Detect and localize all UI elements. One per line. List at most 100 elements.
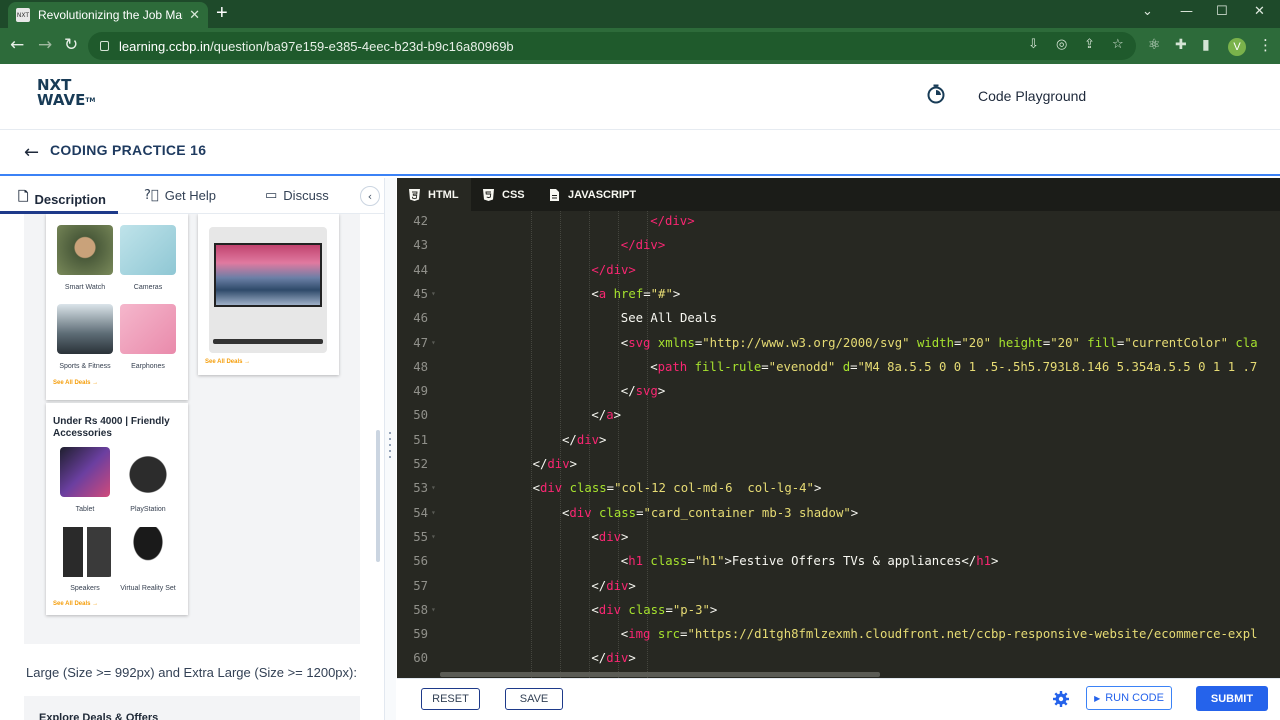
page-title: CODING PRACTICE 16 <box>50 142 207 158</box>
fold-arrow-icon[interactable]: ▾ <box>431 286 436 302</box>
tab-get-help[interactable]: ?⃝ Get Help <box>144 188 216 203</box>
tab-discuss[interactable]: ▭ Discuss <box>265 188 329 203</box>
code-line[interactable]: 53 ▾ <div class="col-12 col-md-6 col-lg-4"… <box>397 480 1280 504</box>
tab-css[interactable]: CSS <box>471 178 537 211</box>
sports-fitness-image <box>57 304 113 354</box>
share-icon[interactable]: ⇪ <box>1084 38 1098 52</box>
fold-arrow-icon[interactable]: ▾ <box>431 335 436 351</box>
fold-arrow-icon[interactable]: ▾ <box>431 480 436 496</box>
card-title: Under Rs 4000 | Friendly Accessories <box>53 416 170 439</box>
tv-screen <box>214 243 322 307</box>
code-line[interactable]: 52 </div> <box>397 456 1280 480</box>
tab-html[interactable]: HTML <box>397 178 471 211</box>
see-all-deals-link[interactable]: See All Deals → <box>205 359 250 365</box>
fold-arrow-icon[interactable]: ▾ <box>431 529 436 545</box>
window-close-icon[interactable]: ✕ <box>1254 4 1265 19</box>
reset-button[interactable]: RESET <box>421 688 480 710</box>
collapse-panel-button[interactable]: ‹ <box>360 186 380 206</box>
editor-horizontal-scrollbar[interactable] <box>440 672 880 677</box>
code-line[interactable]: 60 </div> <box>397 650 1280 674</box>
browser-tab[interactable]: NXT Revolutionizing the Job Market | ✕ <box>8 2 208 28</box>
line-number: 51 <box>413 432 428 447</box>
see-all-deals-link[interactable]: See All Deals → <box>53 601 98 607</box>
react-devtools-icon[interactable]: ⚛ <box>1148 37 1161 53</box>
code-text: </div> <box>591 578 636 593</box>
code-line[interactable]: 43 </div> <box>397 237 1280 261</box>
tab-javascript[interactable]: JAVASCRIPT <box>537 178 648 211</box>
code-line[interactable]: 49 </svg> <box>397 383 1280 407</box>
favicon-icon: NXT <box>16 8 30 22</box>
eye-off-icon[interactable]: ◎ <box>1056 38 1070 52</box>
install-icon[interactable]: ⇩ <box>1028 38 1042 52</box>
tab-description[interactable]: 🗋 Description <box>18 188 106 210</box>
explore-title: Explore Deals & Offers <box>39 712 159 720</box>
code-line[interactable]: 59 <img src="https://d1tgh8fmlzexmh.cloud… <box>397 626 1280 650</box>
code-editor[interactable]: HTML CSS JAVASCRIPT 42 </div> 43 </div> 44 </… <box>397 178 1280 678</box>
browser-tab-title: Revolutionizing the Job Market | <box>38 8 183 22</box>
nxtwave-logo[interactable]: NXT WAVETM <box>37 78 107 108</box>
back-arrow-icon[interactable]: ← <box>24 142 39 163</box>
code-line[interactable]: 47 ▾ <svg xmlns="http://www.w3.org/2000/sv… <box>397 335 1280 359</box>
code-text: <div class="col-12 col-md-6 col-lg-4"> <box>532 481 822 496</box>
chevron-down-icon[interactable]: ⌄ <box>1142 4 1153 19</box>
code-line[interactable]: 54 ▾ <div class="card_container mb-3 shado… <box>397 505 1280 529</box>
code-line[interactable]: 56 <h1 class="h1">Festive Offers TVs & ap… <box>397 553 1280 577</box>
playstation-image <box>120 447 176 497</box>
menu-icon[interactable]: ⋮ <box>1258 36 1273 54</box>
code-text: See All Deals <box>620 311 718 326</box>
line-number: 42 <box>413 214 428 228</box>
save-button[interactable]: SAVE <box>505 688 563 710</box>
vr-set-image <box>120 527 176 577</box>
left-scrollbar[interactable] <box>376 430 380 562</box>
profile-avatar[interactable]: V <box>1228 38 1246 56</box>
code-line[interactable]: 45 ▾ <a href="#"> <box>397 286 1280 310</box>
code-line[interactable]: 50 </a> <box>397 407 1280 431</box>
extensions-icon[interactable]: ✚ <box>1175 37 1187 53</box>
address-bar[interactable]: learning.ccbp.in/question/ba97e159-e385-… <box>88 32 1136 60</box>
bookmark-star-icon[interactable]: ☆ <box>1112 38 1126 52</box>
back-icon[interactable]: ← <box>10 36 24 54</box>
code-text: </div> <box>591 262 636 277</box>
code-line[interactable]: 58 ▾ <div class="p-3"> <box>397 602 1280 626</box>
see-all-deals-link[interactable]: See All Deals → <box>53 380 98 386</box>
product-label: Cameras <box>133 284 163 291</box>
lock-icon <box>100 41 109 51</box>
code-line[interactable]: 57 </div> <box>397 578 1280 602</box>
tab-css-label: CSS <box>502 188 525 201</box>
code-line[interactable]: 46 See All Deals <box>397 310 1280 334</box>
line-number: 43 <box>413 238 428 253</box>
output-preview: Smart Watch Cameras Sports & Fitness Ear… <box>24 214 360 644</box>
code-line[interactable]: 42 </div> <box>397 213 1280 237</box>
code-line[interactable]: 51 </div> <box>397 432 1280 456</box>
minimize-icon[interactable]: — <box>1180 4 1193 19</box>
url-text: learning.ccbp.in/question/ba97e159-e385-… <box>119 38 514 54</box>
maximize-icon[interactable]: ☐ <box>1216 4 1228 19</box>
code-text: <div> <box>591 529 629 544</box>
code-line[interactable]: 48 <path fill-rule="evenodd" d="M4 8a.5.5… <box>397 359 1280 383</box>
tab-description-label: Description <box>34 191 106 207</box>
side-panel-icon[interactable]: ▮ <box>1202 37 1210 53</box>
fold-arrow-icon[interactable]: ▾ <box>431 602 436 618</box>
stopwatch-icon[interactable] <box>926 84 946 104</box>
fold-arrow-icon[interactable]: ▾ <box>431 505 436 521</box>
settings-gear-icon[interactable] <box>1052 690 1070 708</box>
help-circle-icon: ?⃝ <box>144 188 159 203</box>
drag-handle-icon[interactable] <box>389 432 391 462</box>
code-line[interactable]: 44 </div> <box>397 262 1280 286</box>
left-panel-tabs: 🗋 Description ?⃝ Get Help ▭ Discuss <box>0 178 384 214</box>
deals-card-gadgets: Smart Watch Cameras Sports & Fitness Ear… <box>46 214 188 400</box>
code-line[interactable]: 55 ▾ <div> <box>397 529 1280 553</box>
close-tab-icon[interactable]: ✕ <box>189 7 200 23</box>
line-number: 52 <box>413 457 428 471</box>
submit-button[interactable]: SUBMIT <box>1196 686 1268 711</box>
code-playground-link[interactable]: Code Playground <box>978 88 1086 104</box>
forward-icon[interactable]: → <box>38 36 52 54</box>
new-tab-button[interactable]: + <box>216 3 228 23</box>
line-number: 59 <box>413 627 428 642</box>
run-code-button[interactable]: ▶ RUN CODE <box>1086 686 1172 710</box>
reload-icon[interactable]: ↻ <box>64 36 78 54</box>
document-icon: 🗋 <box>18 189 29 204</box>
line-number: 56 <box>413 554 428 569</box>
code-text: </div> <box>650 214 695 228</box>
html5-icon <box>409 188 420 201</box>
